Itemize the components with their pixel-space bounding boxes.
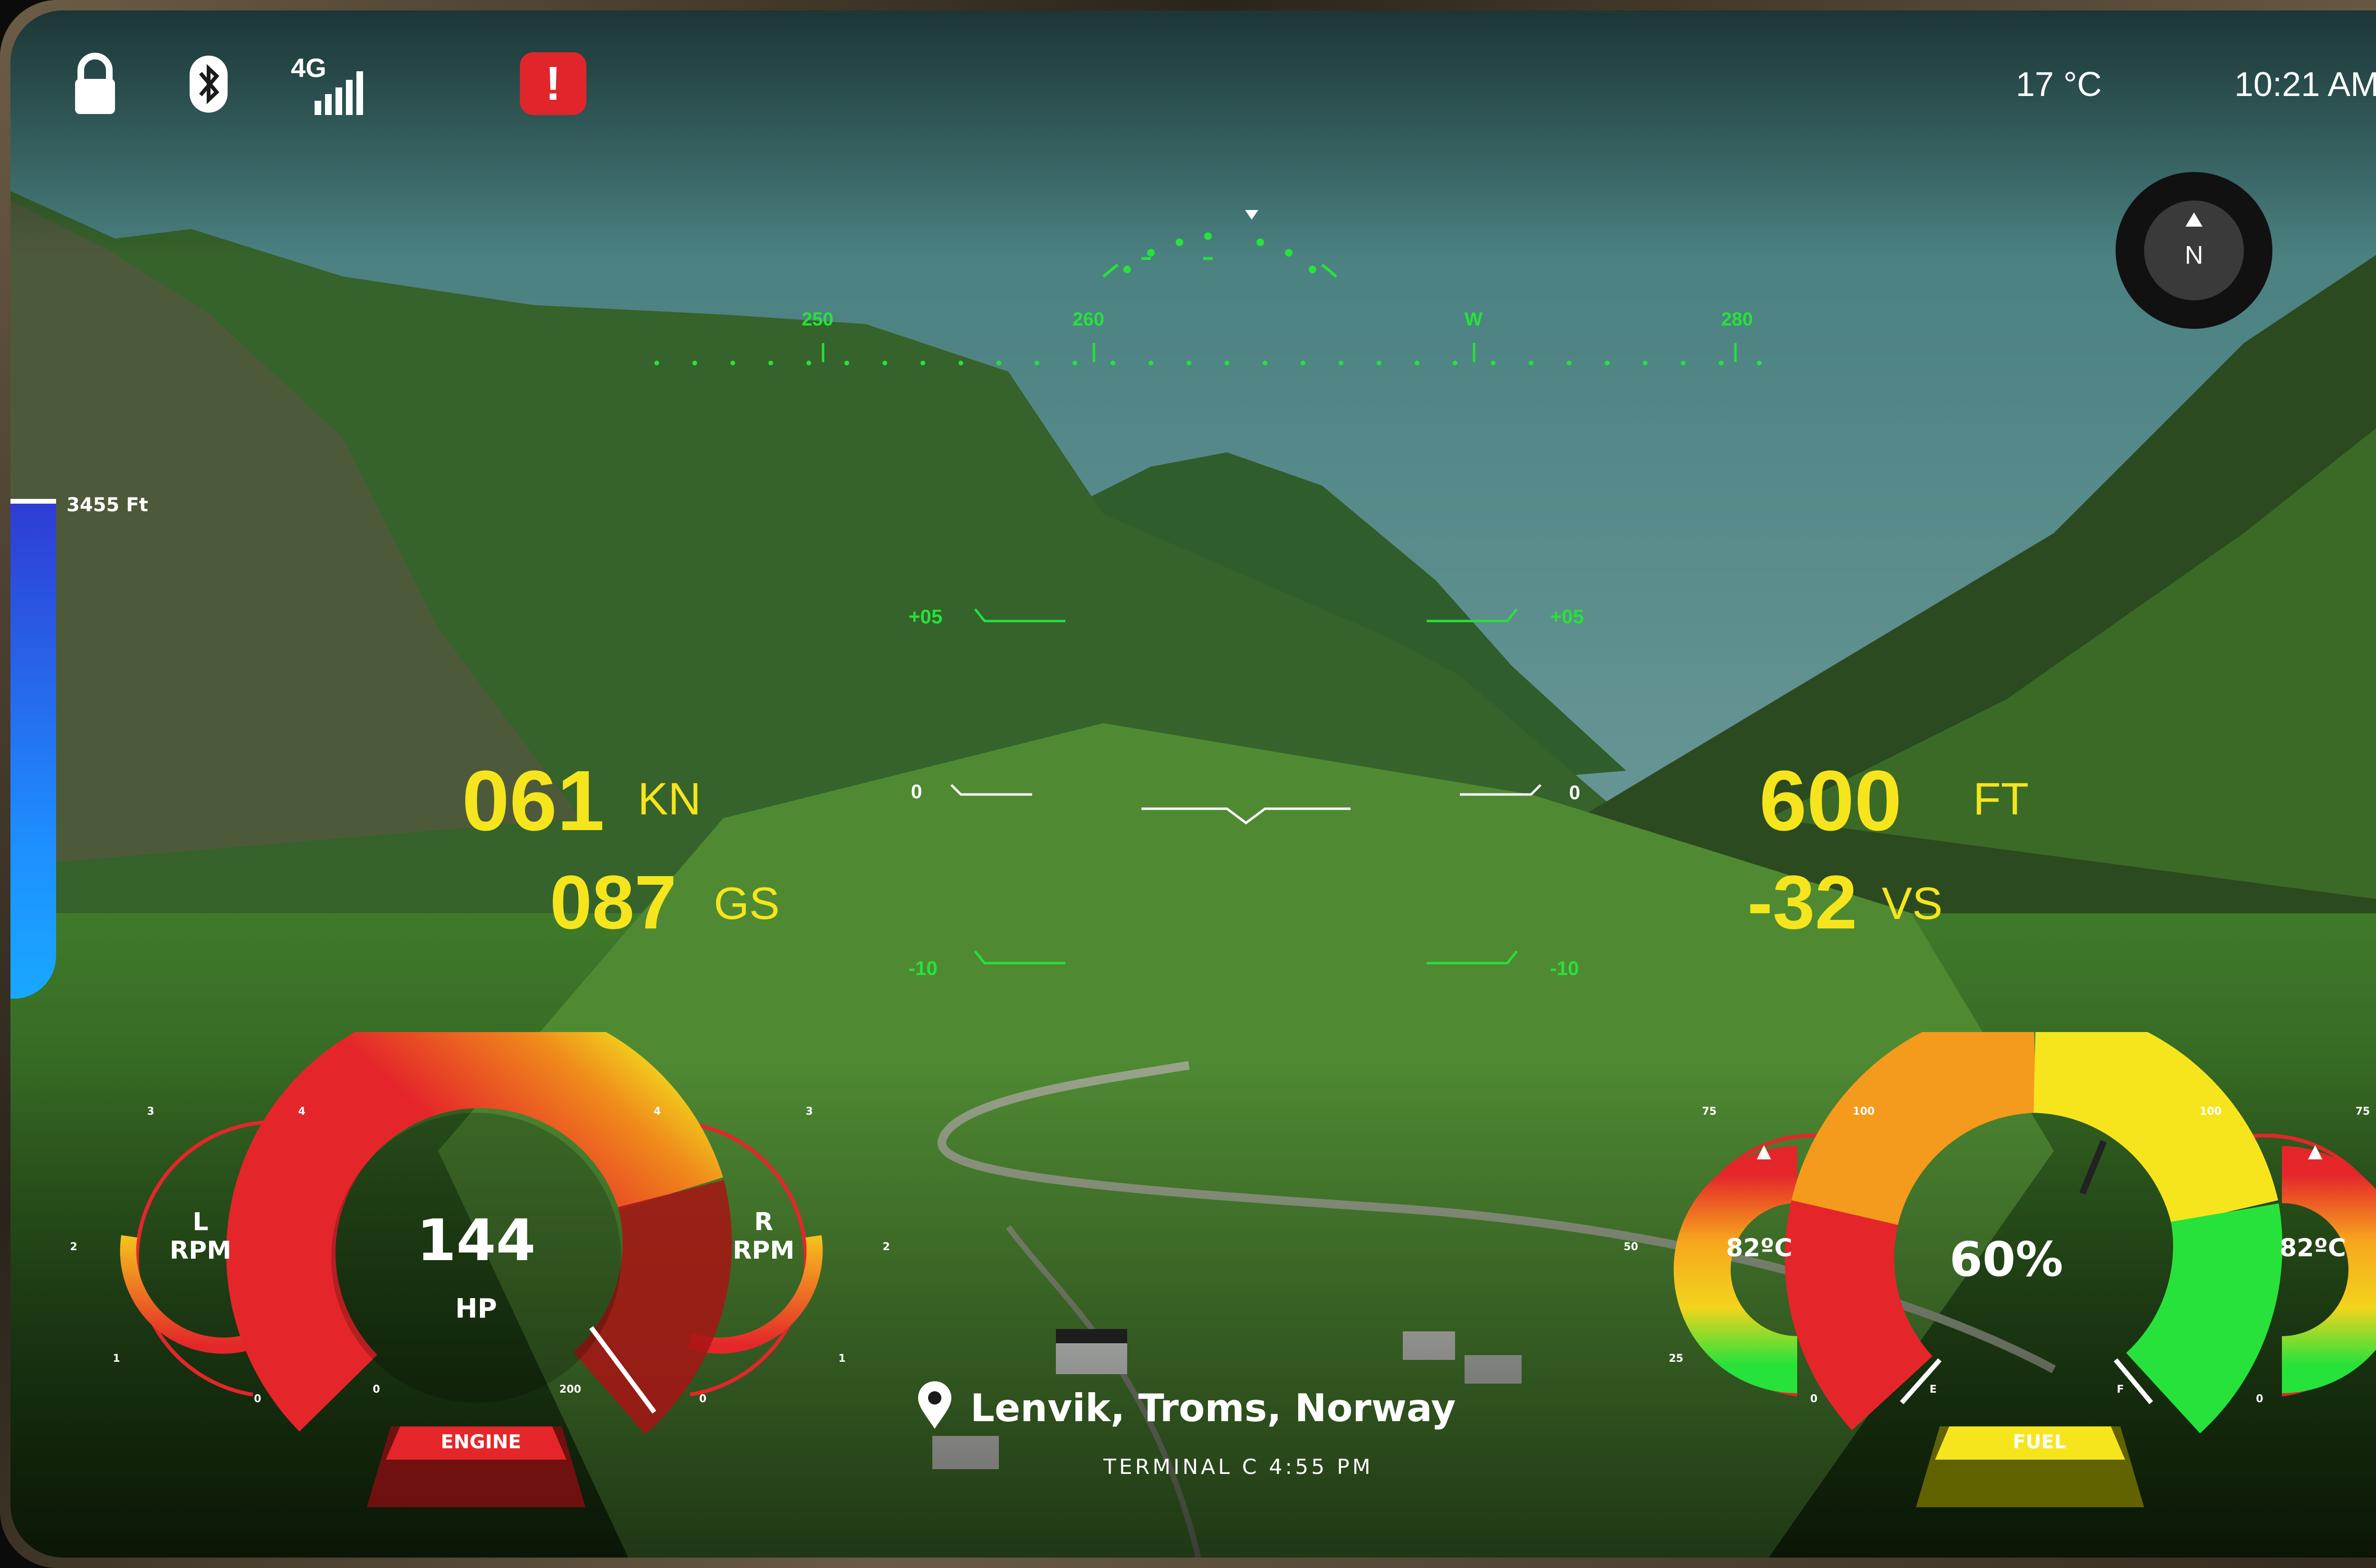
- pitch-label-upper-right: +05: [1550, 605, 1584, 628]
- right-rpm-tick-1: 1: [838, 1353, 846, 1365]
- alert-icon[interactable]: !: [520, 52, 586, 115]
- location-name: Lenvik, Troms, Norway: [970, 1386, 1456, 1430]
- pitch-label-center-left: 0: [911, 780, 922, 803]
- altitude-bar: [10, 500, 56, 999]
- engine-scale-min: 0: [373, 1384, 380, 1396]
- fuel-mode-button[interactable]: FUEL: [1978, 1431, 2101, 1453]
- pitch-label-upper-left: +05: [909, 605, 943, 628]
- heading-label-260: 260: [1073, 309, 1104, 330]
- clock: 10:21 AM: [2234, 66, 2376, 104]
- altitude-unit: FT: [1973, 774, 2029, 824]
- left-rpm-label: RPM: [170, 1236, 231, 1265]
- right-temp-tick-75: 75: [2355, 1106, 2370, 1118]
- left-temp-tick-100: 100: [1853, 1106, 1875, 1118]
- right-temp-tick-100: 100: [2200, 1106, 2222, 1118]
- left-rpm-tick-4: 4: [298, 1106, 306, 1118]
- left-rpm-side: L: [192, 1208, 209, 1236]
- left-rpm-tick-3: 3: [147, 1106, 154, 1118]
- groundspeed-unit: GS: [714, 878, 780, 929]
- heading-label-280: 280: [1721, 309, 1753, 330]
- altitude-value: 600: [1759, 753, 1902, 849]
- left-rpm-tick-0: 0: [254, 1393, 261, 1405]
- location-subtitle: TERMINAL C 4:55 PM: [1103, 1455, 1373, 1479]
- location-pin-icon: [918, 1381, 951, 1429]
- right-temp-tick-0: 0: [2256, 1393, 2263, 1405]
- left-rpm-tick-1: 1: [113, 1353, 120, 1365]
- engine-hp-value: 144: [416, 1208, 536, 1274]
- left-temp-tick-0: 0: [1810, 1393, 1818, 1405]
- pitch-label-lower-right: -10: [1550, 957, 1579, 979]
- engine-hp-unit: HP: [455, 1293, 497, 1324]
- heading-label-250: 250: [802, 309, 834, 330]
- left-temp-value: 82ºC: [1726, 1234, 1792, 1262]
- screen: 4G ! 17 °C 10:21 AM N 250 260 W 280 3455…: [10, 10, 2376, 1558]
- right-rpm-tick-3: 3: [805, 1106, 813, 1118]
- altitude-bar-label: 3455 Ft: [67, 494, 148, 516]
- airspeed-value: 061: [462, 753, 605, 849]
- right-rpm-tick-4: 4: [653, 1106, 661, 1118]
- altitude-bar-marker: [10, 499, 56, 504]
- fuel-gauge-cluster: [1674, 1032, 2376, 1507]
- signal-icon: [315, 71, 363, 115]
- engine-scale-max: 200: [559, 1384, 581, 1396]
- temperature-readout: 17 °C: [2016, 66, 2102, 104]
- left-temp-tick-75: 75: [1702, 1106, 1717, 1118]
- right-rpm-tick-0: 0: [699, 1393, 707, 1405]
- compass-widget[interactable]: N: [2116, 172, 2272, 329]
- pitch-ladder: [950, 608, 1542, 965]
- pitch-label-center-right: 0: [1569, 781, 1581, 803]
- engine-mode-button[interactable]: ENGINE: [419, 1431, 543, 1453]
- left-rpm-tick-2: 2: [70, 1241, 77, 1253]
- right-rpm-label: RPM: [733, 1236, 795, 1265]
- left-temp-tick-25: 25: [1668, 1353, 1684, 1365]
- right-rpm-side: R: [754, 1208, 774, 1236]
- pitch-label-lower-left: -10: [909, 957, 938, 979]
- vertical-speed-value: -32: [1747, 860, 1858, 945]
- groundspeed-value: 087: [550, 860, 677, 945]
- fuel-full-mark: F: [2117, 1384, 2124, 1396]
- fuel-empty-mark: E: [1929, 1384, 1937, 1396]
- left-temp-tick-50: 50: [1623, 1241, 1638, 1253]
- status-bar: 4G ! 17 °C 10:21 AM: [10, 10, 2376, 153]
- lock-icon[interactable]: [71, 52, 119, 115]
- device-frame: 4G ! 17 °C 10:21 AM N 250 260 W 280 3455…: [0, 0, 2376, 1568]
- bluetooth-icon[interactable]: [187, 53, 230, 115]
- fuel-percent-value: 60%: [1949, 1232, 2063, 1287]
- right-rpm-tick-2: 2: [882, 1241, 890, 1253]
- right-temp-value: 82ºC: [2280, 1234, 2346, 1262]
- heading-label-w: W: [1465, 309, 1483, 330]
- vertical-speed-unit: VS: [1882, 878, 1943, 929]
- north-arrow-icon: [2185, 212, 2203, 227]
- airspeed-unit: KN: [638, 774, 701, 824]
- heading-scale: [654, 343, 1762, 365]
- engine-gauge-cluster: [120, 1032, 823, 1507]
